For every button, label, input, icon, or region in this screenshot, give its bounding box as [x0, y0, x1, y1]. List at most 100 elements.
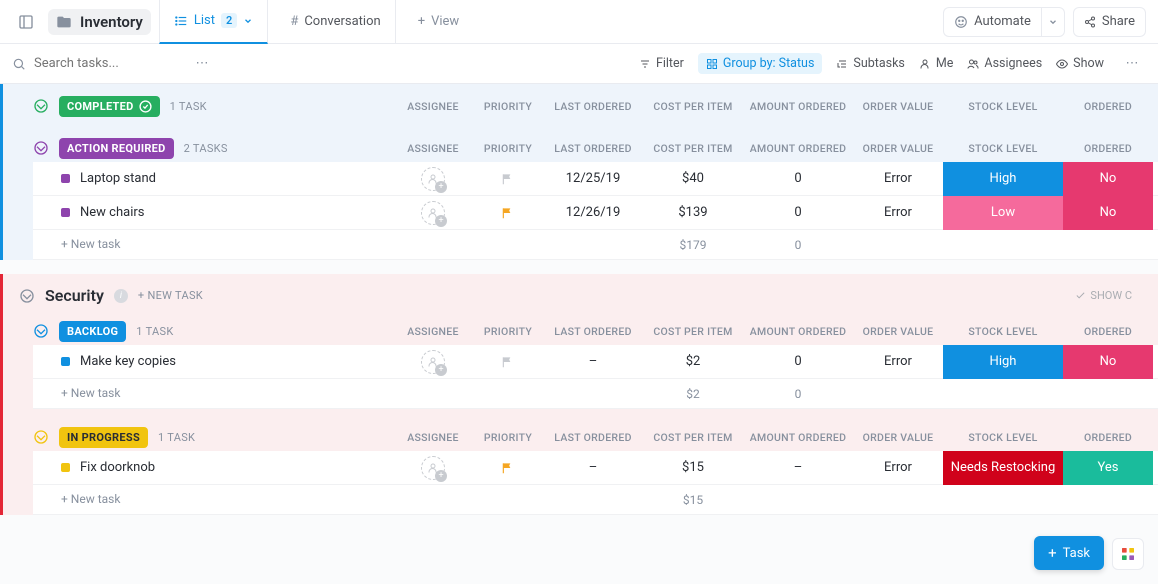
filter-toolbar: ⋯ Filter Group by: Status Subtasks Me As…	[0, 44, 1158, 84]
order-value-cell[interactable]: Error	[853, 354, 943, 369]
info-icon[interactable]: i	[114, 289, 128, 303]
amount-cell[interactable]: –	[743, 460, 853, 475]
group-totals: + New task$1790	[33, 230, 1158, 260]
last-ordered-cell[interactable]: 12/25/19	[543, 171, 643, 186]
more-toolbar-button[interactable]: ⋯	[1118, 50, 1146, 78]
last-ordered-cell[interactable]: –	[543, 460, 643, 475]
group-header: BACKLOG1 TASKASSIGNEEPRIORITYLAST ORDERE…	[33, 317, 1158, 345]
cost-cell[interactable]: $2	[643, 354, 743, 369]
add-assignee-button[interactable]	[421, 201, 445, 225]
add-view-label: View	[431, 14, 459, 29]
status-group: IN PROGRESS1 TASKASSIGNEEPRIORITYLAST OR…	[33, 423, 1158, 515]
content-area: COMPLETED 1 TASKASSIGNEEPRIORITYLAST ORD…	[0, 84, 1158, 584]
filter-icon	[639, 58, 651, 70]
group-header: COMPLETED 1 TASKASSIGNEEPRIORITYLAST ORD…	[33, 92, 1158, 120]
amount-cell[interactable]: 0	[743, 205, 853, 220]
task-count: 2 TASKS	[184, 142, 228, 155]
show-closed-link[interactable]: SHOW C	[1075, 289, 1132, 302]
folder-name: Inventory	[80, 13, 143, 31]
stock-level-cell[interactable]: High	[943, 162, 1063, 196]
order-value-cell[interactable]: Error	[853, 205, 943, 220]
status-group: BACKLOG1 TASKASSIGNEEPRIORITYLAST ORDERE…	[33, 317, 1158, 409]
add-assignee-button[interactable]	[421, 456, 445, 480]
new-task-fab[interactable]: + Task	[1034, 536, 1104, 570]
ordered-cell[interactable]: Yes	[1063, 451, 1153, 485]
task-row[interactable]: Fix doorknob–$15–ErrorNeeds RestockingYe…	[33, 451, 1158, 485]
status-square	[61, 174, 70, 183]
task-row[interactable]: New chairs 12/26/19$1390ErrorLowNo	[33, 196, 1158, 230]
stock-level-cell[interactable]: High	[943, 345, 1063, 379]
tab-conversation[interactable]: # Conversation	[276, 0, 395, 44]
cost-cell[interactable]: $139	[643, 205, 743, 220]
order-value-cell[interactable]: Error	[853, 460, 943, 475]
me-button[interactable]: Me	[919, 56, 954, 71]
ordered-cell[interactable]: No	[1063, 196, 1153, 230]
last-ordered-cell[interactable]: –	[543, 354, 643, 369]
automate-button[interactable]: Automate	[943, 7, 1041, 37]
assignees-button[interactable]: Assignees	[967, 56, 1042, 71]
task-row[interactable]: Make key copies–$20ErrorHighNo	[33, 345, 1158, 379]
new-task-link[interactable]: + New task	[61, 237, 120, 251]
group-header: IN PROGRESS1 TASKASSIGNEEPRIORITYLAST OR…	[33, 423, 1158, 451]
automate-dropdown[interactable]	[1041, 7, 1065, 37]
new-task-link[interactable]: + NEW TASK	[138, 289, 203, 302]
tab-list-label: List	[194, 13, 215, 28]
share-icon	[1084, 16, 1096, 28]
search-input[interactable]	[34, 56, 174, 71]
add-view-button[interactable]: + View	[404, 14, 474, 29]
last-ordered-cell[interactable]: 12/26/19	[543, 205, 643, 220]
stock-level-cell[interactable]: Low	[943, 196, 1063, 230]
more-search-button[interactable]: ⋯	[188, 50, 216, 78]
stock-level-cell[interactable]: Needs Restocking	[943, 451, 1063, 485]
status-pill[interactable]: IN PROGRESS	[59, 427, 148, 448]
task-row[interactable]: Laptop stand12/25/19$400ErrorHighNo	[33, 162, 1158, 196]
add-assignee-button[interactable]	[421, 167, 445, 191]
priority-cell[interactable]	[473, 172, 543, 186]
task-name: New chairs	[80, 205, 144, 220]
tab-conversation-label: Conversation	[304, 14, 380, 29]
priority-cell[interactable]	[473, 355, 543, 369]
status-pill[interactable]: ACTION REQUIRED	[59, 138, 174, 159]
people-icon	[967, 58, 979, 70]
status-pill[interactable]: BACKLOG	[59, 321, 126, 342]
chevron-down-icon	[243, 16, 253, 26]
priority-cell[interactable]	[473, 206, 543, 220]
status-square	[61, 208, 70, 217]
status-group: COMPLETED 1 TASKASSIGNEEPRIORITYLAST ORD…	[33, 92, 1158, 120]
priority-cell[interactable]	[473, 461, 543, 475]
amount-cell[interactable]: 0	[743, 171, 853, 186]
list-name[interactable]: Security	[45, 286, 104, 305]
task-count: 1 TASK	[158, 431, 195, 444]
folder-title[interactable]: Inventory	[48, 9, 151, 35]
tab-list[interactable]: List 2	[159, 0, 268, 44]
filter-button[interactable]: Filter	[639, 56, 684, 71]
cost-cell[interactable]: $15	[643, 460, 743, 475]
status-square	[61, 463, 70, 472]
amount-cell[interactable]: 0	[743, 354, 853, 369]
list-panel: COMPLETED 1 TASKASSIGNEEPRIORITYLAST ORD…	[0, 84, 1158, 260]
automate-label: Automate	[974, 14, 1031, 29]
search-wrap	[12, 56, 174, 71]
apps-button[interactable]	[1112, 538, 1144, 570]
add-assignee-button[interactable]	[421, 350, 445, 374]
status-pill[interactable]: COMPLETED	[59, 96, 160, 117]
subtasks-button[interactable]: Subtasks	[836, 56, 904, 71]
status-group: ACTION REQUIRED2 TASKSASSIGNEEPRIORITYLA…	[33, 134, 1158, 260]
ordered-cell[interactable]: No	[1063, 345, 1153, 379]
task-count: 1 TASK	[136, 325, 173, 338]
share-button[interactable]: Share	[1073, 7, 1146, 37]
cost-cell[interactable]: $40	[643, 171, 743, 186]
chevron-down-icon	[1048, 17, 1058, 27]
ordered-cell[interactable]: No	[1063, 162, 1153, 196]
tab-list-count: 2	[221, 13, 237, 28]
group-icon	[706, 58, 718, 70]
new-task-link[interactable]: + New task	[61, 492, 120, 506]
order-value-cell[interactable]: Error	[853, 171, 943, 186]
sidebar-toggle-button[interactable]	[12, 8, 40, 36]
group-by-button[interactable]: Group by: Status	[698, 53, 823, 74]
show-button[interactable]: Show	[1056, 56, 1104, 71]
group-totals: + New task$20	[33, 379, 1158, 409]
new-task-link[interactable]: + New task	[61, 386, 120, 400]
group-header: ACTION REQUIRED2 TASKSASSIGNEEPRIORITYLA…	[33, 134, 1158, 162]
share-label: Share	[1102, 14, 1135, 29]
